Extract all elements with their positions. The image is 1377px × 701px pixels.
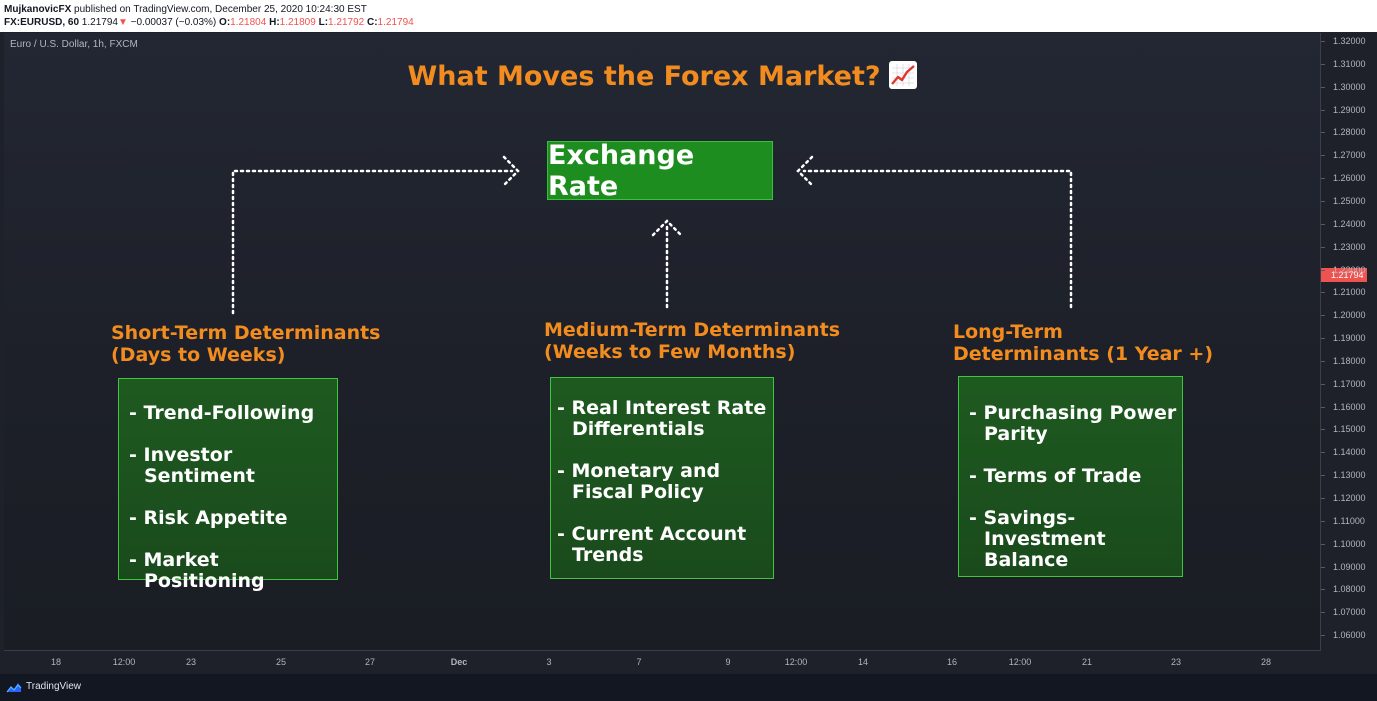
short-term-box: - Trend-Following - Investor Sentiment -… — [118, 378, 338, 592]
open-value: 1.21804 — [230, 17, 267, 28]
publish-header: MujkanovicFX published on TradingView.co… — [0, 0, 1377, 32]
time-tick: 18 — [50, 657, 62, 667]
close-label: C: — [366, 17, 378, 28]
price-tick: 1.28000 — [1321, 127, 1366, 138]
list-item: - Purchasing Power Parity — [969, 402, 1177, 445]
price-tick: 1.07000 — [1321, 607, 1366, 618]
price-tick: 1.21000 — [1321, 287, 1366, 298]
time-tick: Dec — [450, 657, 468, 667]
tradingview-logo-icon[interactable] — [6, 682, 22, 693]
price-tick: 1.20000 — [1321, 310, 1366, 321]
low-value: 1.21792 — [328, 17, 365, 28]
list-item: - Trend-Following — [129, 402, 315, 424]
list-item: - Real Interest Rate Differentials — [557, 397, 767, 440]
medium-term-heading: Medium-Term Determinants (Weeks to Few M… — [544, 319, 841, 363]
time-tick: 16 — [946, 657, 958, 667]
right-connector — [802, 169, 1073, 309]
publish-line: MujkanovicFX published on TradingView.co… — [4, 3, 367, 16]
medium-term-box: - Real Interest Rate Differentials - Mon… — [550, 377, 774, 579]
price-tick: 1.22000 — [1321, 264, 1366, 275]
symbol: FX:EURUSD, 60 — [4, 17, 80, 28]
price-tick: 1.16000 — [1321, 401, 1366, 412]
price-tick: 1.11000 — [1321, 515, 1365, 526]
low-label: L: — [318, 17, 329, 28]
price-tick: 1.23000 — [1321, 241, 1366, 252]
price-tick: 1.10000 — [1321, 538, 1366, 549]
time-tick: 23 — [185, 657, 197, 667]
published-info: published on TradingView.com, December 2… — [74, 4, 367, 15]
price-change: −0.00037 (−0.03%) — [130, 17, 217, 28]
list-item: - Market Positioning — [129, 549, 265, 592]
list-item: - Risk Appetite — [129, 507, 288, 529]
price-tick: 1.08000 — [1321, 584, 1366, 595]
time-tick: 12:00 — [112, 657, 136, 667]
down-arrow-icon: ▼ — [117, 17, 128, 28]
title-text: What Moves the Forex Market? — [407, 61, 881, 92]
price-tick: 1.15000 — [1321, 424, 1366, 435]
time-axis[interactable]: 18 12:00 23 25 27 Dec 3 7 9 12:00 14 16 12:00 21 23 28 — [4, 651, 1320, 673]
tradingview-brand[interactable]: TradingView — [26, 681, 81, 692]
time-tick: 14 — [857, 657, 869, 667]
price-tick: 1.06000 — [1321, 630, 1366, 641]
close-value: 1.21794 — [377, 17, 414, 28]
price-tick: 1.14000 — [1321, 447, 1366, 458]
price-tick: 1.24000 — [1321, 218, 1366, 229]
long-term-box: - Purchasing Power Parity - Terms of Tra… — [958, 376, 1183, 577]
time-tick: 21 — [1081, 657, 1093, 667]
author-name[interactable]: MujkanovicFX — [4, 4, 71, 15]
time-tick: 12:00 — [784, 657, 808, 667]
short-term-heading: Short-Term Determinants (Days to Weeks) — [111, 322, 381, 366]
high-value: 1.21809 — [279, 17, 316, 28]
price-tick: 1.12000 — [1321, 493, 1366, 503]
open-label: O: — [219, 17, 231, 28]
exchange-rate-box: Exchange Rate — [547, 140, 773, 202]
price-tick: 1.13000 — [1321, 470, 1366, 481]
time-tick: 12:00 — [1008, 657, 1032, 667]
footer-bar: TradingView — [0, 674, 1377, 701]
time-tick: 9 — [725, 657, 731, 667]
price-tick: 1.32000 — [1321, 36, 1366, 46]
price-tick: 1.30000 — [1321, 81, 1366, 92]
time-tick: 28 — [1260, 657, 1272, 667]
last-price: 1.21794 — [81, 17, 118, 28]
time-tick: 3 — [546, 657, 552, 667]
price-tick: 1.25000 — [1321, 195, 1366, 206]
time-tick: 7 — [636, 657, 642, 667]
left-connector — [231, 169, 514, 315]
high-label: H: — [269, 17, 280, 28]
price-tick: 1.29000 — [1321, 104, 1366, 115]
list-item: - Current Account Trends — [557, 523, 747, 566]
long-term-heading: Long-Term Determinants (1 Year +) — [953, 321, 1214, 365]
chart-title: What Moves the Forex Market? — [4, 61, 1320, 92]
list-item: - Savings-Investment Balance — [969, 507, 1106, 571]
price-tick: 1.31000 — [1321, 58, 1366, 69]
time-tick: 23 — [1170, 657, 1182, 667]
chart-pane[interactable]: Euro / U.S. Dollar, 1h, FXCM What Moves … — [4, 33, 1321, 651]
price-tick: 1.27000 — [1321, 150, 1366, 161]
price-tick: 1.26000 — [1321, 173, 1366, 184]
time-tick: 25 — [275, 657, 287, 667]
chart-increasing-icon — [888, 61, 917, 89]
list-item: - Terms of Trade — [969, 465, 1142, 487]
price-axis[interactable]: 1.21794 1.32000 1.31000 1.30000 1.29000 1.28… — [1321, 33, 1377, 651]
time-tick: 27 — [364, 657, 376, 667]
price-tick: 1.19000 — [1321, 333, 1366, 344]
price-tick: 1.09000 — [1321, 561, 1366, 572]
list-item: - Monetary and Fiscal Policy — [557, 460, 721, 503]
price-tick: 1.18000 — [1321, 355, 1366, 366]
symbol-line: FX:EURUSD, 60 1.21794▼ −0.00037 (−0.03%)… — [4, 16, 414, 29]
list-item: - Investor Sentiment — [129, 444, 255, 487]
price-tick: 1.17000 — [1321, 378, 1366, 389]
